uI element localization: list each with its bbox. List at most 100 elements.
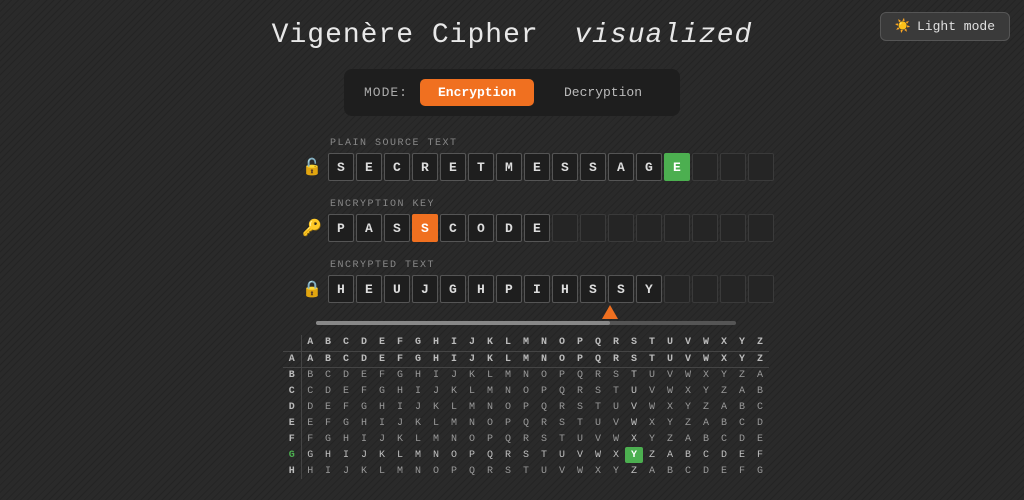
vigenere-cell-r1-c10: K xyxy=(463,367,481,383)
vigenere-cell-r5-c11: P xyxy=(481,431,499,447)
vigenere-cell-r0-c2: B xyxy=(319,351,337,367)
enc-cell-5: H xyxy=(468,275,494,303)
vigenere-cell-r3-c5: H xyxy=(373,399,391,415)
vigenere-cell-r2-c9: K xyxy=(445,383,463,399)
plain-cell-2: C xyxy=(384,153,410,181)
vigenere-cell-r2-c24: Z xyxy=(715,383,733,399)
vigenere-cell-r0-c24: X xyxy=(715,351,733,367)
vigenere-header-S: S xyxy=(625,335,643,351)
plain-cell-5: T xyxy=(468,153,494,181)
vigenere-cell-r7-c13: T xyxy=(517,463,535,479)
vigenere-header-X: X xyxy=(715,335,733,351)
vigenere-header-D: D xyxy=(355,335,373,351)
plain-source-label: PLAIN SOURCE TEXT xyxy=(330,138,722,149)
vigenere-table: ABCDEFGHIJKLMNOPQRSTUVWXYZAABCDEFGHIJKLM… xyxy=(283,335,769,479)
vigenere-cell-r4-c16: T xyxy=(571,415,589,431)
key-cell-empty-15 xyxy=(748,214,774,242)
vigenere-cell-r0-c8: H xyxy=(427,351,445,367)
light-mode-button[interactable]: ☀️ Light mode xyxy=(880,12,1010,41)
vigenere-cell-r5-c17: V xyxy=(589,431,607,447)
vigenere-cell-r6-c18: X xyxy=(607,447,625,463)
vigenere-cell-r6-c15: U xyxy=(553,447,571,463)
vigenere-cell-r0-c18: R xyxy=(607,351,625,367)
key-cell-1: A xyxy=(356,214,382,242)
vigenere-cell-r5-c22: A xyxy=(679,431,697,447)
key-cell-6: D xyxy=(496,214,522,242)
vigenere-cell-r3-c10: M xyxy=(463,399,481,415)
vigenere-cell-r1-c24: Y xyxy=(715,367,733,383)
vigenere-cell-r6-c8: N xyxy=(427,447,445,463)
vigenere-cell-r4-c19: W xyxy=(625,415,643,431)
vigenere-cell-r0-c25: Y xyxy=(733,351,751,367)
vigenere-cell-r0-c21: U xyxy=(661,351,679,367)
vigenere-cell-r5-c14: S xyxy=(535,431,553,447)
vigenere-header-corner xyxy=(283,335,301,351)
vigenere-cell-r0-c26: Z xyxy=(751,351,769,367)
vigenere-cell-r7-c4: K xyxy=(355,463,373,479)
vigenere-cell-r7-c19: Z xyxy=(625,463,643,479)
vigenere-cell-r4-c2: F xyxy=(319,415,337,431)
vigenere-cell-r3-c9: L xyxy=(445,399,463,415)
vigenere-cell-r1-c17: R xyxy=(589,367,607,383)
vigenere-header-H: H xyxy=(427,335,445,351)
vigenere-cell-r7-c14: U xyxy=(535,463,553,479)
vigenere-cell-r3-c24: A xyxy=(715,399,733,415)
vigenere-cell-r5-c10: O xyxy=(463,431,481,447)
vigenere-cell-r2-c12: N xyxy=(499,383,517,399)
enc-cell-empty-14 xyxy=(720,275,746,303)
vigenere-cell-r6-c3: I xyxy=(337,447,355,463)
key-cell-empty-13 xyxy=(692,214,718,242)
key-cell-0: P xyxy=(328,214,354,242)
vigenere-cell-r5-c3: H xyxy=(337,431,355,447)
vigenere-cell-r6-c6: L xyxy=(391,447,409,463)
vigenere-cell-r1-c14: O xyxy=(535,367,553,383)
vigenere-cell-r1-c25: Z xyxy=(733,367,751,383)
vigenere-cell-r6-c16: V xyxy=(571,447,589,463)
vigenere-cell-r1-c19: T xyxy=(625,367,643,383)
plain-cell-4: E xyxy=(440,153,466,181)
slider-track[interactable] xyxy=(316,321,736,325)
key-cell-empty-8 xyxy=(552,214,578,242)
vigenere-cell-r3-c4: G xyxy=(355,399,373,415)
vigenere-cell-r6-c10: P xyxy=(463,447,481,463)
vigenere-cell-r0-c1: A xyxy=(301,351,319,367)
vigenere-cell-r6-c20: Z xyxy=(643,447,661,463)
vigenere-header-K: K xyxy=(481,335,499,351)
encryption-mode-button[interactable]: Encryption xyxy=(420,79,534,106)
vigenere-cell-r7-c20: A xyxy=(643,463,661,479)
vigenere-cell-r3-c17: T xyxy=(589,399,607,415)
vigenere-cell-r0-c6: F xyxy=(391,351,409,367)
vigenere-cell-r2-c5: G xyxy=(373,383,391,399)
vigenere-cell-r6-c7: M xyxy=(409,447,427,463)
enc-cell-empty-15 xyxy=(748,275,774,303)
enc-cell-9: S xyxy=(580,275,606,303)
vigenere-cell-r5-c8: M xyxy=(427,431,445,447)
enc-cell-3: J xyxy=(412,275,438,303)
vigenere-cell-r2-c14: P xyxy=(535,383,553,399)
vigenere-header-Y: Y xyxy=(733,335,751,351)
vigenere-header-R: R xyxy=(607,335,625,351)
vigenere-cell-r6-c25: E xyxy=(733,447,751,463)
vigenere-cell-r3-c14: Q xyxy=(535,399,553,415)
plain-source-row: 🔓 SECRETMESSAGE xyxy=(302,153,722,181)
sun-icon: ☀️ xyxy=(895,19,911,34)
vigenere-cell-r6-c26: F xyxy=(751,447,769,463)
vigenere-cell-r2-c16: R xyxy=(571,383,589,399)
plain-cell-12: E xyxy=(664,153,690,181)
vigenere-cell-r3-c25: B xyxy=(733,399,751,415)
vigenere-cell-r2-c22: X xyxy=(679,383,697,399)
vigenere-cell-r5-c12: Q xyxy=(499,431,517,447)
lock-icon: 🔒 xyxy=(302,279,322,299)
plain-cell-6: M xyxy=(496,153,522,181)
decryption-mode-button[interactable]: Decryption xyxy=(546,79,660,106)
vigenere-cell-r5-c0: F xyxy=(283,431,301,447)
vigenere-cell-r0-c15: O xyxy=(553,351,571,367)
vigenere-cell-r4-c24: B xyxy=(715,415,733,431)
enc-cell-0: H xyxy=(328,275,354,303)
vigenere-cell-r1-c18: S xyxy=(607,367,625,383)
vigenere-cell-r4-c18: V xyxy=(607,415,625,431)
vigenere-cell-r1-c23: X xyxy=(697,367,715,383)
vigenere-cell-r0-c20: T xyxy=(643,351,661,367)
vigenere-cell-r7-c11: R xyxy=(481,463,499,479)
plain-cell-11: G xyxy=(636,153,662,181)
